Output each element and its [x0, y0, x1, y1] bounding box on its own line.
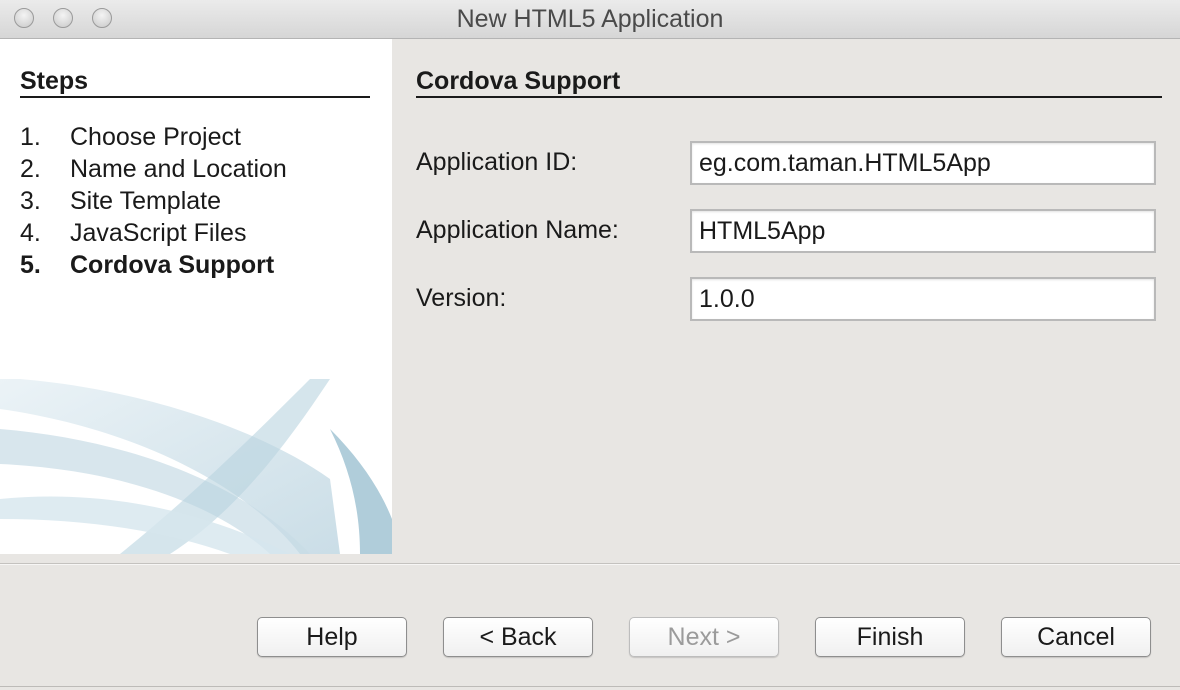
- footer-divider: [0, 563, 1180, 565]
- step-item-name-and-location: 2. Name and Location: [20, 153, 287, 185]
- cancel-button[interactable]: Cancel: [1001, 617, 1151, 657]
- step-number: 1.: [20, 123, 41, 151]
- step-number: 2.: [20, 155, 41, 183]
- title-bar: New HTML5 Application: [0, 0, 1180, 39]
- back-button[interactable]: < Back: [443, 617, 593, 657]
- step-label: JavaScript Files: [70, 219, 247, 247]
- help-button[interactable]: Help: [257, 617, 407, 657]
- content-panel: Cordova Support Application ID: Applicat…: [416, 39, 1162, 554]
- step-item-site-template: 3. Site Template: [20, 185, 287, 217]
- step-number: 5.: [20, 251, 41, 279]
- finish-button[interactable]: Finish: [815, 617, 965, 657]
- step-label: Choose Project: [70, 123, 241, 151]
- version-input[interactable]: [690, 277, 1156, 321]
- step-number: 4.: [20, 219, 41, 247]
- application-id-input[interactable]: [690, 141, 1156, 185]
- next-button[interactable]: Next >: [629, 617, 779, 657]
- step-item-cordova-support: 5. Cordova Support: [20, 249, 287, 281]
- step-item-javascript-files: 4. JavaScript Files: [20, 217, 287, 249]
- application-id-label: Application ID:: [416, 148, 578, 176]
- section-heading: Cordova Support: [416, 66, 1162, 98]
- steps-list: 1. Choose Project 2. Name and Location 3. S…: [20, 121, 287, 281]
- step-label: Site Template: [70, 187, 222, 215]
- step-label: Cordova Support: [70, 251, 275, 279]
- step-item-choose-project: 1. Choose Project: [20, 121, 287, 153]
- steps-panel: Steps 1. Choose Project 2. Name and Locati…: [0, 39, 392, 554]
- step-number: 3.: [20, 187, 41, 215]
- window-bottom-edge: [0, 686, 1180, 687]
- version-label: Version:: [416, 284, 507, 312]
- application-name-label: Application Name:: [416, 216, 619, 244]
- step-label: Name and Location: [70, 155, 287, 183]
- window-title: New HTML5 Application: [456, 5, 724, 33]
- decorative-swoosh-graphic: [0, 379, 392, 554]
- steps-heading: Steps: [20, 66, 370, 98]
- application-name-input[interactable]: [690, 209, 1156, 253]
